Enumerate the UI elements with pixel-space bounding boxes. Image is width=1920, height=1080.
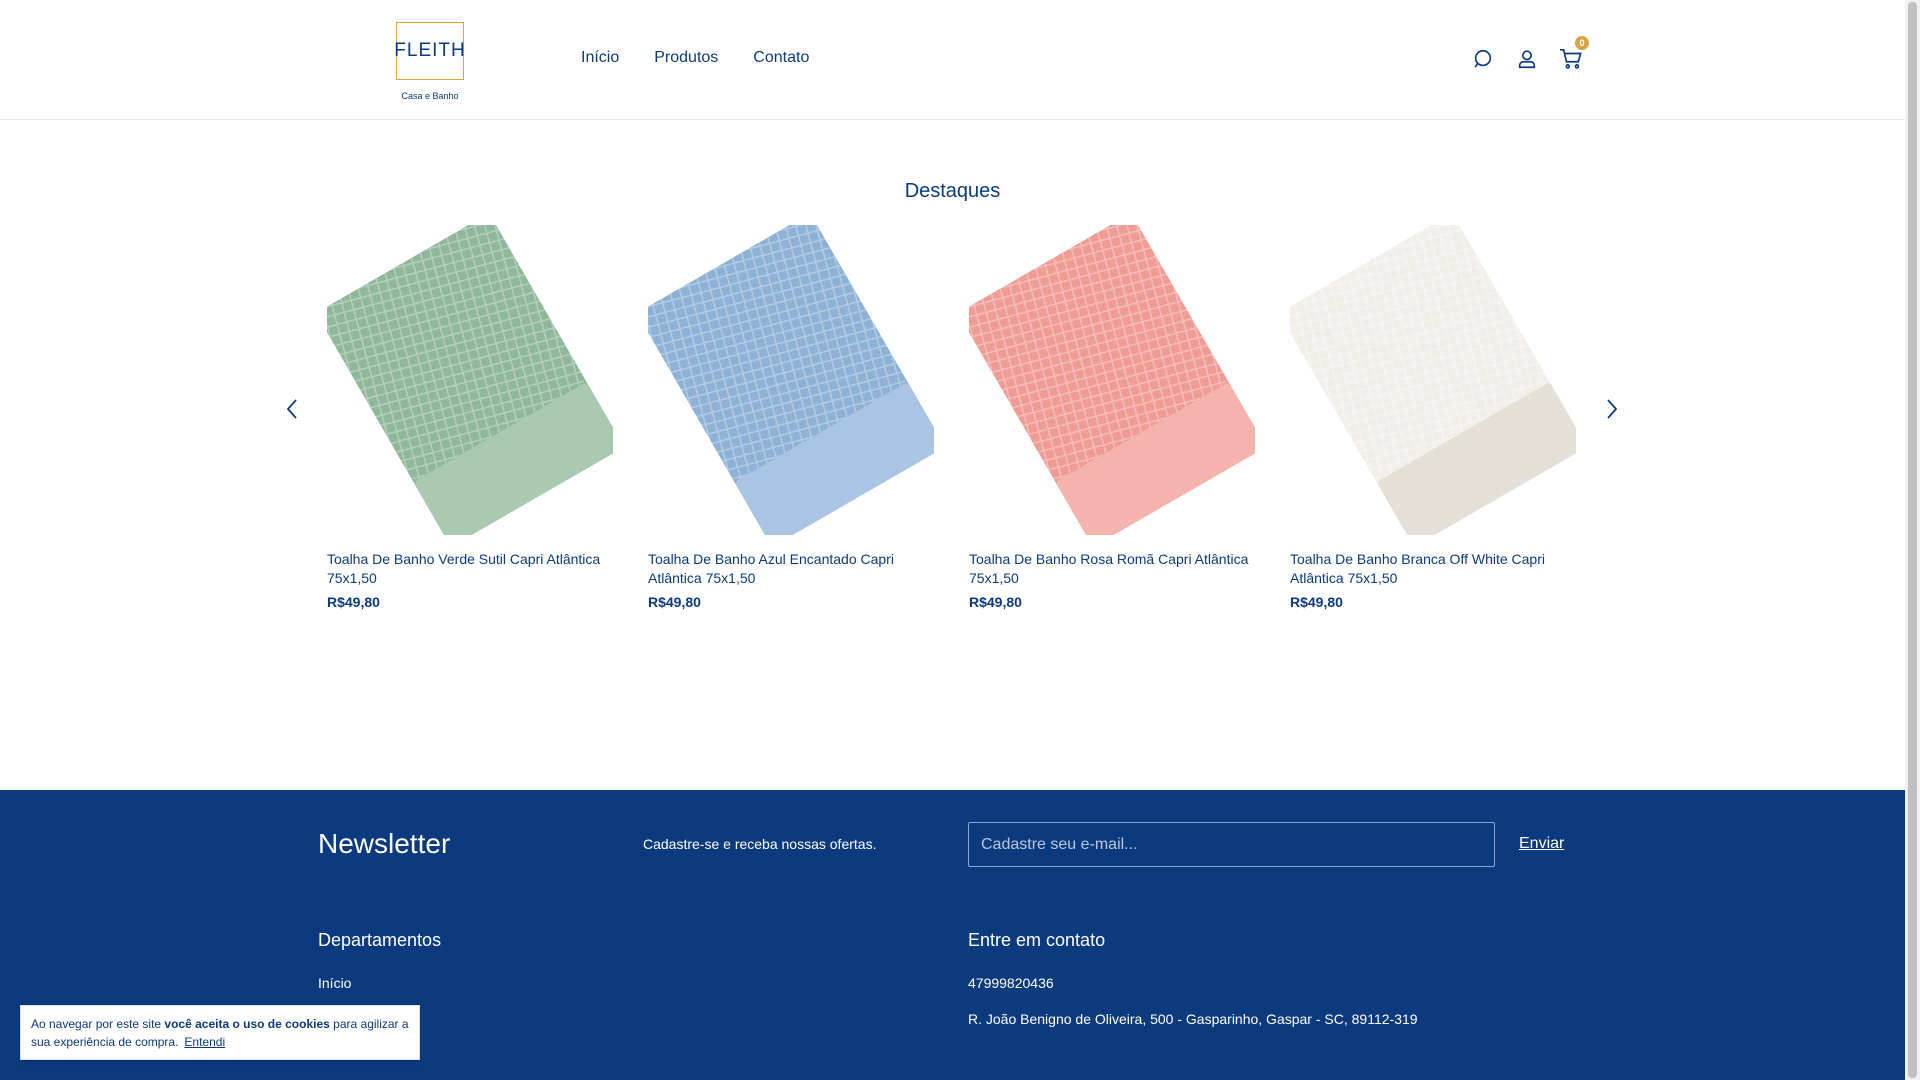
product-name[interactable]: Toalha De Banho Rosa Romã Capri Atlântic… [969,550,1255,588]
cookie-text-before: Ao navegar por este site [31,1017,165,1031]
nav-link-contato[interactable]: Contato [753,49,809,67]
section-title: Destaques [904,180,1001,202]
logo-text: FLEITH [394,40,466,61]
product-card[interactable]: Toalha De Banho Rosa Romã Capri Atlântic… [960,215,1265,610]
product-name[interactable]: Toalha De Banho Azul Encantado Capri Atl… [648,550,934,588]
product-image[interactable] [318,215,623,546]
header-icons: 0 [1471,36,1589,71]
cart-count-badge: 0 [1575,36,1589,50]
product-price: R$49,80 [327,594,380,610]
newsletter-title: Newsletter [318,828,451,859]
product-image[interactable] [1281,215,1586,546]
towel-illustration [960,215,1265,546]
product-price: R$49,80 [969,594,1022,610]
product-card[interactable]: Toalha De Banho Branca Off White Capri A… [1281,215,1586,610]
cart-button[interactable]: 0 [1559,36,1589,71]
user-icon [1518,50,1536,69]
product-price: R$49,80 [648,594,701,610]
newsletter-text: Cadastre-se e receba nossas ofertas. [643,836,877,852]
cookie-accept-button[interactable]: Entendi [184,1035,225,1049]
product-card[interactable]: Toalha De Banho Azul Encantado Capri Atl… [639,215,944,610]
nav-link-produtos[interactable]: Produtos [654,49,718,67]
footer-link-inicio[interactable]: Início [318,975,351,991]
nav-link-inicio[interactable]: Início [581,49,619,67]
newsletter-email-input[interactable] [968,822,1495,867]
product-carousel: Toalha De Banho Verde Sutil Capri Atlânt… [318,215,1586,610]
product-name[interactable]: Toalha De Banho Verde Sutil Capri Atlânt… [327,550,613,588]
product-image[interactable] [960,215,1265,546]
product-card[interactable]: Toalha De Banho Verde Sutil Capri Atlânt… [318,215,623,610]
cookie-text-bold: você aceita o uso de cookies [164,1017,330,1031]
contact-phone[interactable]: 47999820436 [968,975,1054,991]
contact-address: R. João Benigno de Oliveira, 500 - Gaspa… [968,1011,1418,1027]
cart-icon [1560,49,1582,69]
scrollbar-thumb[interactable] [1908,2,1917,1078]
page-scrollbar[interactable] [1905,0,1920,1080]
carousel-next-button[interactable] [1600,397,1624,421]
chevron-right-icon [1607,399,1618,419]
newsletter-submit-button[interactable]: Enviar [1519,835,1564,853]
towel-illustration [1281,215,1586,546]
main-nav: Início Produtos Contato [581,49,809,67]
site-header: FLEITH Casa e Banho Início Produtos Cont… [0,0,1905,120]
account-button[interactable] [1515,47,1539,71]
logo-subtitle: Casa e Banho [401,91,459,101]
carousel-prev-button[interactable] [280,397,304,421]
product-image[interactable] [639,215,944,546]
search-button[interactable] [1471,47,1495,71]
towel-illustration [639,215,944,546]
contact-heading: Entre em contato [968,930,1106,950]
product-price: R$49,80 [1290,594,1343,610]
departments-heading: Departamentos [318,930,442,950]
logo[interactable]: FLEITH [394,22,466,80]
chevron-left-icon [286,399,297,419]
towel-illustration [318,215,623,546]
cookie-banner: Ao navegar por este site você aceita o u… [20,1005,420,1060]
product-name[interactable]: Toalha De Banho Branca Off White Capri A… [1290,550,1576,588]
search-icon [1474,49,1492,68]
